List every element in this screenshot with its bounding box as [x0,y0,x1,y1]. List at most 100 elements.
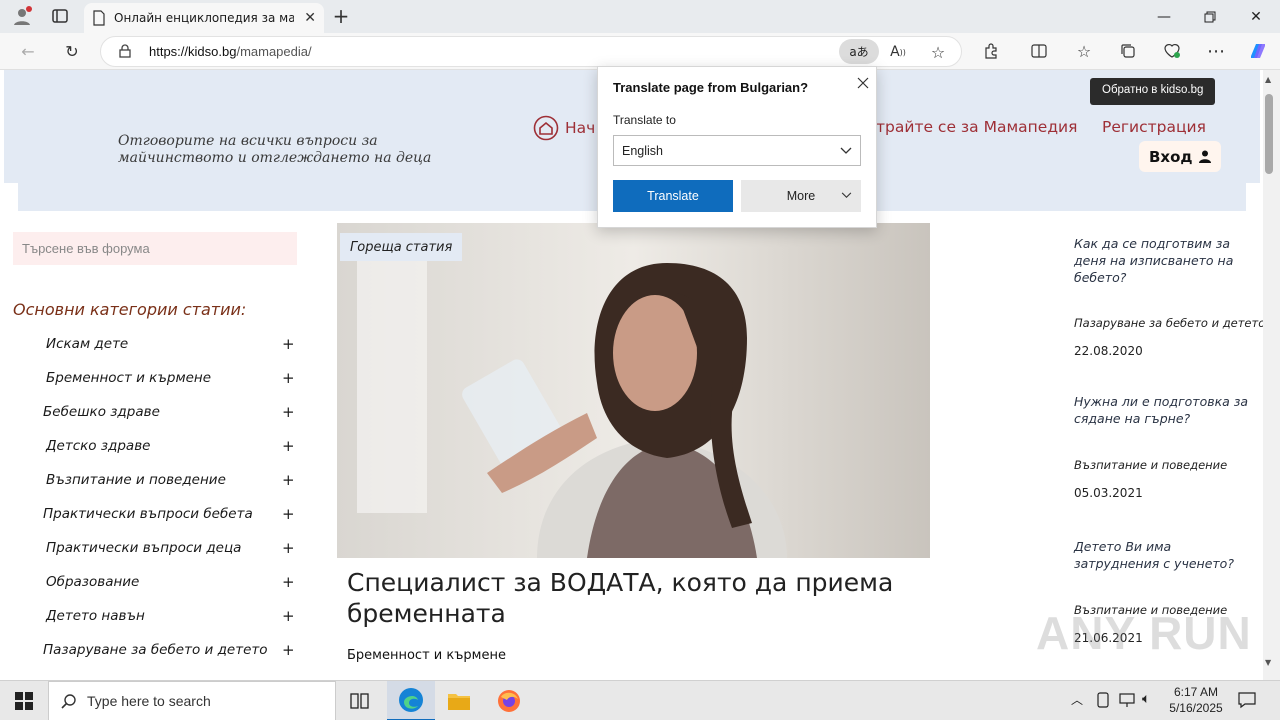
settings-menu-icon[interactable]: ⋯ [1202,37,1230,65]
favorites-icon[interactable]: ☆ [1070,37,1098,65]
category-item[interactable]: Бебешко здраве + [0,395,300,429]
taskbar-search-placeholder: Type here to search [87,693,211,709]
hot-article-badge: Гореща статия [340,233,463,261]
expand-plus-icon[interactable]: + [282,539,295,557]
side-article-title[interactable]: Как да се подготвим за деня на изписване… [1074,235,1254,286]
category-label: Искам дете [46,336,129,352]
expand-plus-icon[interactable]: + [282,641,295,659]
category-item[interactable]: Практически въпроси деца + [0,531,300,565]
category-item[interactable]: Образование + [0,565,300,599]
favorite-star-icon[interactable]: ☆ [924,38,952,66]
scrollbar-thumb[interactable] [1265,94,1273,174]
nav-register-link[interactable]: Регистрация [1102,118,1206,136]
tab-actions-icon[interactable] [48,4,72,28]
refresh-icon[interactable]: ↻ [58,37,86,65]
article-title[interactable]: Специалист за ВОДАТА, която да приема бр… [347,567,927,629]
category-item[interactable]: Бременност и кърмене + [0,361,300,395]
translate-popup: Translate page from Bulgarian? Translate… [597,66,877,228]
task-view-icon[interactable] [336,681,384,720]
category-label: Бебешко здраве [43,404,160,420]
close-window-button[interactable]: ✕ [1233,0,1279,33]
close-icon[interactable] [853,73,873,93]
side-article-title[interactable]: Нужна ли е подготовка за сядане на гърне… [1074,393,1254,427]
expand-plus-icon[interactable]: + [282,403,295,421]
side-article-date: 22.08.2020 [1074,344,1143,358]
tab-close-icon[interactable]: ✕ [304,10,316,26]
forum-search-input[interactable]: Търсене във форума [13,232,297,265]
expand-plus-icon[interactable]: + [282,437,295,455]
side-article-category[interactable]: Пазаруване за бебето и детето [1074,316,1263,330]
volume-icon[interactable]: 🔈︎ [1142,691,1150,707]
network-icon[interactable] [1119,692,1135,708]
nav-home-link[interactable]: Нач [533,115,595,141]
expand-plus-icon[interactable]: + [282,369,295,387]
translate-popup-title: Translate page from Bulgarian? [613,80,809,95]
back-to-kidso-tooltip[interactable]: Обратно в kidso.bg [1090,78,1216,105]
language-select[interactable]: English [613,135,861,166]
windows-start-icon[interactable] [0,681,48,720]
login-button[interactable]: Вход [1139,141,1221,172]
expand-plus-icon[interactable]: + [282,471,295,489]
scroll-down-icon[interactable]: ▼ [1265,658,1271,667]
browser-essentials-icon[interactable] [1158,37,1186,65]
more-label: More [786,189,816,203]
lock-icon [119,44,131,58]
category-item[interactable]: Искам дете + [0,327,300,361]
firefox-icon[interactable] [485,681,533,720]
windows-taskbar: Type here to search ︿ 🔈︎ 6:17 AM 5/16/20… [0,680,1280,720]
address-bar[interactable]: https://kidso.bg/mamapedia/ aあ A)) ☆ [100,36,962,67]
url-text: https://kidso.bg/mamapedia/ [149,44,312,59]
category-item[interactable]: Възпитание и поведение + [0,463,300,497]
category-item[interactable]: Детско здраве + [0,429,300,463]
side-article-category[interactable]: Възпитание и поведение [1074,458,1227,472]
translate-icon[interactable]: aあ [839,39,879,64]
article-category[interactable]: Бременност и кърмене [347,648,506,663]
taskbar-search[interactable]: Type here to search [48,681,336,720]
category-label: Образование [46,574,140,590]
file-explorer-icon[interactable] [435,681,483,720]
tray-device-icon[interactable] [1096,692,1110,708]
restore-button[interactable] [1187,0,1233,33]
navigation-bar: ← ↻ https://kidso.bg/mamapedia/ aあ A)) ☆… [0,33,1280,70]
home-icon [533,115,559,141]
profile-icon[interactable] [10,4,34,28]
back-icon[interactable]: ← [14,37,42,65]
hero-image[interactable] [337,223,930,558]
extensions-icon[interactable] [977,37,1005,65]
nav-home-label: Нач [565,119,596,137]
category-label: Детето навън [46,608,145,624]
edge-taskbar-icon[interactable] [387,681,435,720]
scroll-up-icon[interactable]: ▲ [1265,75,1271,84]
split-screen-icon[interactable] [1025,37,1053,65]
expand-plus-icon[interactable]: + [282,505,295,523]
category-label: Детско здраве [46,438,151,454]
category-item[interactable]: Детето навън + [0,599,300,633]
notifications-icon[interactable] [1238,691,1256,709]
page-icon [92,10,106,26]
chevron-down-icon [841,192,852,199]
clock-date: 5/16/2025 [1169,701,1223,715]
expand-plus-icon[interactable]: + [282,335,295,353]
translate-to-label: Translate to [613,113,676,127]
search-icon [61,693,77,709]
side-article-title[interactable]: Детето Ви има затруднения с ученето? [1074,538,1254,572]
minimize-button[interactable]: — [1141,0,1187,33]
new-tab-icon[interactable]: + [329,4,353,28]
expand-plus-icon[interactable]: + [282,573,295,591]
read-aloud-icon[interactable]: A)) [884,38,912,66]
active-tab[interactable]: Онлайн енциклопедия за майката ✕ [84,3,324,33]
expand-plus-icon[interactable]: + [282,607,295,625]
category-item[interactable]: Практически въпроси бебета + [0,497,300,531]
collections-icon[interactable] [1114,37,1142,65]
user-icon [1198,150,1211,163]
category-label: Пазаруване за бебето и детето [43,642,268,658]
system-clock[interactable]: 6:17 AM 5/16/2025 [1162,684,1230,716]
nav-register-mamapedia-link[interactable]: трайте се за Мамапедия [876,118,1077,136]
copilot-icon[interactable] [1244,37,1272,65]
translate-button[interactable]: Translate [613,180,733,212]
side-article-date: 05.03.2021 [1074,486,1143,500]
tray-chevron-icon[interactable]: ︿ [1071,691,1083,708]
more-button[interactable]: More [741,180,861,212]
login-label: Вход [1149,147,1193,166]
category-item[interactable]: Пазаруване за бебето и детето + [0,633,300,667]
